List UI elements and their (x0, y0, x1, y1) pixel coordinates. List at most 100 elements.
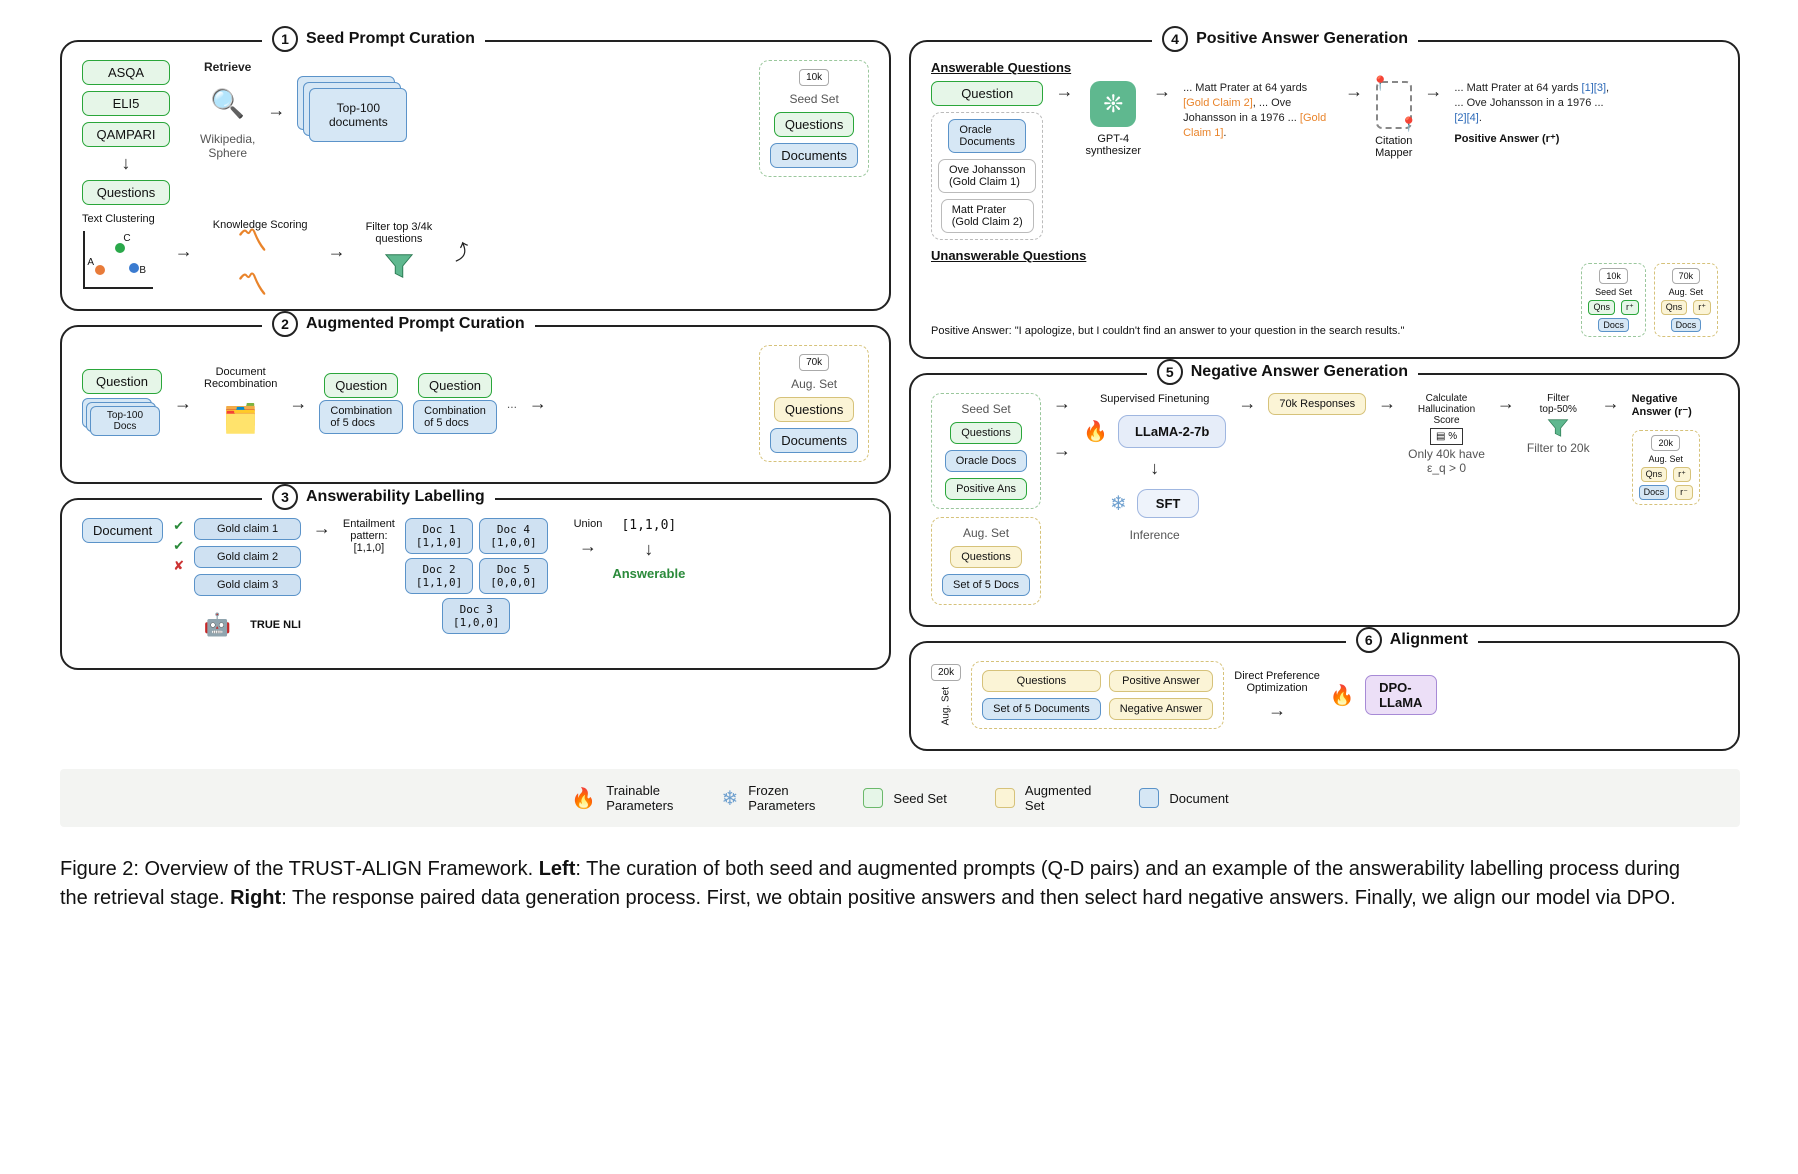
aug-set-label: Aug. Set (791, 377, 837, 391)
panel-positive-answer-generation: 4 Positive Answer Generation Answerable … (909, 40, 1740, 359)
cap-b1: Overview of the T (145, 858, 301, 880)
legend-frozen: Frozen Parameters (748, 783, 815, 813)
p5-seedset: Seed Set (961, 402, 1010, 416)
aug-set-box: 70k Aug. Set Questions Documents (759, 345, 869, 462)
figure-caption: Figure 2: Overview of the TRUST-ALIGN Fr… (60, 855, 1700, 913)
cluster-b: B (139, 265, 146, 276)
seed-questions: Questions (774, 112, 855, 137)
cap-sc2: LIGN (375, 858, 422, 880)
doc1-pat: [1,1,0] (416, 536, 462, 549)
arrow-icon: ⤴ (446, 235, 476, 267)
cap-b4: : The response paired data generation pr… (281, 887, 1675, 909)
aug-70k: 70k (799, 354, 829, 371)
panel-3-number: 3 (272, 484, 298, 510)
retrieve-label: Retrieve (204, 60, 251, 74)
combo1: Combination of 5 docs (319, 400, 403, 434)
arrow-icon: → (311, 518, 333, 539)
panel-1-title: 1 Seed Prompt Curation (262, 26, 485, 52)
resp70k: 70k Responses (1268, 393, 1366, 415)
mini2-set: Aug. Set (1669, 287, 1704, 297)
mini-aug-set: 70k Aug. Set Qns r⁺ Docs (1654, 263, 1718, 337)
panel-negative-answer-generation: 5 Negative Answer Generation Seed Set Qu… (909, 373, 1740, 627)
answerable-heading: Answerable Questions (931, 60, 1718, 75)
p5-augset: Aug. Set (963, 526, 1009, 540)
arrow-icon: → (1053, 81, 1075, 102)
mini2-r: r⁺ (1693, 300, 1711, 315)
panel-1-number: 1 (272, 26, 298, 52)
magnifier-db-icon: 🔍 (205, 80, 251, 126)
left-column: 1 Seed Prompt Curation ASQA ELI5 QAMPARI… (60, 40, 891, 751)
panel-1-label: Seed Prompt Curation (306, 30, 475, 48)
panel-2-number: 2 (272, 311, 298, 337)
dpo-llama: DPO- LLaMA (1365, 675, 1437, 715)
mini2-docs: Docs (1671, 318, 1702, 332)
doc1: Doc 1 (422, 523, 455, 536)
panel-6-number: 6 (1356, 627, 1382, 653)
figure-wrapper: 1 Seed Prompt Curation ASQA ELI5 QAMPARI… (60, 40, 1740, 913)
p5m-rp: r⁺ (1673, 467, 1691, 482)
align-20k: 20k (931, 664, 961, 681)
check-icon: ✔ (173, 518, 184, 534)
chip-qampari: QAMPARI (82, 122, 170, 147)
gen2a: ... Matt Prater at 64 yards (1454, 82, 1581, 94)
gold-1: Ove Johansson (Gold Claim 1) (938, 159, 1036, 193)
panel-answerability-labelling: 3 Answerability Labelling Document ✔ ✔ ✘… (60, 498, 891, 670)
aug-questions: Questions (774, 397, 855, 422)
text-cluster-label: Text Clustering (82, 213, 155, 225)
fire-icon: 🔥 (1083, 419, 1108, 444)
hallu-label: Calculate Hallucination Score (1418, 393, 1475, 426)
document-chip: Document (82, 518, 163, 543)
filter-20k: Filter to 20k (1527, 441, 1590, 455)
fire-icon: 🔥 (1330, 683, 1355, 708)
doc-recomb-label: Document Recombination (204, 366, 277, 390)
mini2-k: 70k (1672, 268, 1701, 284)
seed-set-label: Seed Set (789, 92, 838, 106)
cap-right: Right (230, 887, 281, 909)
union-vec: [1,1,0] (621, 518, 676, 533)
citmap-label: Citation Mapper (1375, 135, 1412, 159)
dataset-list: ASQA ELI5 QAMPARI ↓ Questions (82, 60, 170, 205)
mini2-qns: Qns (1661, 300, 1688, 315)
arrow-icon: → (326, 241, 348, 262)
doc5: Doc 5 (497, 563, 530, 576)
p5m-rm: r⁻ (1675, 485, 1693, 500)
scatter-cluster-icon: A C B (83, 231, 153, 289)
arrow-icon: → (527, 393, 549, 414)
cap-lead: Figure 2: (60, 858, 139, 880)
panel-4-label: Positive Answer Generation (1196, 30, 1408, 48)
seed-10k: 10k (799, 69, 829, 86)
citation-mapper-icon: 📍 📍 (1376, 81, 1412, 129)
doc2-pat: [1,1,0] (416, 576, 462, 589)
aug-q2: Question (418, 373, 492, 398)
arrow-icon: → (1422, 81, 1444, 102)
top100-docs-stack: Top-100 documents (297, 76, 407, 144)
panel-5-number: 5 (1157, 359, 1183, 385)
top100-docs-sm: Top-100 Docs (107, 410, 143, 432)
align-q: Questions (982, 670, 1101, 692)
mini1-qns: Qns (1588, 300, 1615, 315)
true-nli-label: TRUE NLI (250, 619, 301, 631)
gen2b: [1][3] (1582, 82, 1606, 94)
arrow-icon: → (1151, 81, 1173, 102)
panel-4-number: 4 (1162, 26, 1188, 52)
mini1-set: Seed Set (1595, 287, 1632, 297)
funnel-icon (1547, 417, 1569, 439)
gold-claim-2: Gold claim 2 (194, 546, 301, 568)
legend-aug: Augmented Set (1025, 783, 1092, 813)
align-augset: Aug. Set (941, 687, 952, 725)
aug-q1: Question (324, 373, 398, 398)
eq-label: Only 40k have ε_q > 0 (1408, 447, 1485, 475)
cap-left: Left (539, 858, 576, 880)
cap-b2: Framework. (422, 858, 539, 880)
union-label: Union (574, 518, 603, 530)
gold-claim-1: Gold claim 1 (194, 518, 301, 540)
fire-icon: 🔥 (571, 786, 596, 811)
mini1-k: 10k (1599, 268, 1628, 284)
arrow-icon: → (172, 393, 194, 414)
doc5-pat: [0,0,0] (490, 576, 536, 589)
answerable-label: Answerable (612, 566, 685, 581)
check-icon: ✔ (173, 538, 184, 554)
gen2d: [2][4] (1454, 112, 1478, 124)
panel-2-label: Augmented Prompt Curation (306, 315, 525, 333)
gpt4-label: GPT-4 synthesizer (1085, 133, 1141, 157)
